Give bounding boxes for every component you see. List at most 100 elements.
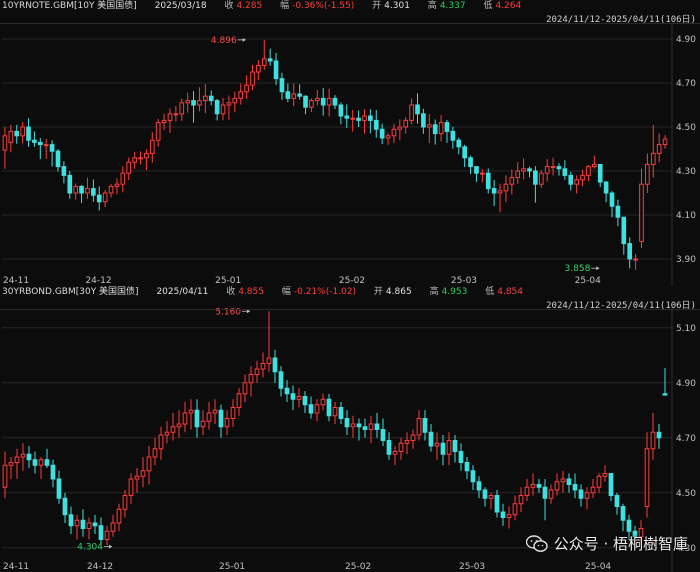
symbol-label: 10YRNOTE.GBM[10Y 美国国债] xyxy=(2,1,137,11)
candle xyxy=(272,349,278,383)
candle-body xyxy=(320,97,326,106)
candle xyxy=(104,525,110,545)
candle xyxy=(134,468,140,493)
high-value: 4.337 xyxy=(439,1,466,11)
candle xyxy=(403,117,409,134)
candle xyxy=(61,161,67,184)
candle xyxy=(206,402,212,430)
candle xyxy=(506,506,512,529)
candle xyxy=(398,437,404,460)
x-tick-label: 25-02 xyxy=(345,562,371,572)
candle xyxy=(621,216,627,255)
open-value: 4.865 xyxy=(385,287,412,297)
candle-body xyxy=(128,478,134,496)
panel-10y-note: 4.90 4.70 4.50 4.30 4.10 3.90 24-11 24-12 25-01 2… xyxy=(0,0,700,286)
candle-body xyxy=(74,519,80,527)
candle-body xyxy=(574,179,579,185)
candle xyxy=(238,83,244,105)
candle xyxy=(250,64,255,91)
candle-body xyxy=(134,475,140,480)
candle xyxy=(132,151,137,169)
candle-body xyxy=(236,393,242,408)
candle-body xyxy=(206,412,212,422)
candle-body xyxy=(584,492,590,499)
candle-body xyxy=(338,407,344,419)
change-value: -0.21%(-1.02) xyxy=(293,287,357,297)
y-tick-label: 4.90 xyxy=(676,35,696,45)
candle-body xyxy=(173,113,179,116)
candle-body xyxy=(650,431,656,450)
open-label: 开 xyxy=(373,287,383,297)
candle xyxy=(633,254,638,270)
candle xyxy=(497,183,503,213)
candle-body xyxy=(86,522,92,529)
candle xyxy=(538,170,544,188)
candle-body xyxy=(550,166,556,169)
candle-body xyxy=(26,126,31,141)
candle xyxy=(356,418,362,441)
candle xyxy=(144,149,149,171)
candle xyxy=(592,155,597,169)
candle-body xyxy=(650,152,656,165)
candle-body xyxy=(373,119,379,130)
candle xyxy=(86,517,92,540)
candle-body xyxy=(521,168,526,172)
candle xyxy=(662,368,668,396)
candle-body xyxy=(503,183,509,192)
candle-body xyxy=(297,93,302,97)
candle xyxy=(96,186,102,211)
candle-body xyxy=(226,102,232,106)
watermark-text: 公众号 · 梧桐樹智庫 xyxy=(553,535,688,553)
candle xyxy=(108,184,114,198)
candle-body xyxy=(43,144,49,147)
candle-body xyxy=(416,418,422,436)
candle xyxy=(350,415,356,438)
x-tick-label: 25-02 xyxy=(339,276,365,286)
x-tick-label: 24-12 xyxy=(85,276,111,286)
candle-body xyxy=(188,409,194,414)
candle xyxy=(79,185,84,203)
candle xyxy=(644,432,650,518)
candle-body xyxy=(260,363,266,370)
x-tick-label: 24-11 xyxy=(3,562,29,572)
candle xyxy=(230,399,236,427)
min-annotation: 3.858 xyxy=(565,264,591,274)
candle-body xyxy=(232,97,238,104)
candle-body xyxy=(542,486,548,499)
candle xyxy=(470,465,476,490)
candle-body xyxy=(468,157,473,168)
candle-body xyxy=(140,470,146,477)
candle-body xyxy=(85,188,90,194)
candle xyxy=(194,399,200,438)
candle xyxy=(645,153,650,193)
candle-body xyxy=(432,124,438,135)
candle xyxy=(167,108,173,133)
candle-body xyxy=(126,161,132,174)
candle xyxy=(458,443,464,471)
candle-body xyxy=(556,166,562,170)
candle-body xyxy=(362,426,368,430)
candle-body xyxy=(497,190,503,194)
candle xyxy=(524,479,530,501)
candle xyxy=(603,181,609,203)
candle xyxy=(562,160,568,180)
candle-body xyxy=(149,139,155,154)
candle xyxy=(338,402,344,424)
candle-body xyxy=(61,166,67,176)
candle-body xyxy=(440,442,446,455)
candle-body xyxy=(158,434,164,450)
candle-body xyxy=(91,188,96,196)
candle xyxy=(578,484,584,507)
candle-body xyxy=(152,448,158,458)
candle xyxy=(512,495,518,521)
candle-body xyxy=(266,357,272,364)
candle-body xyxy=(536,484,542,488)
candle xyxy=(55,149,61,172)
quote-date: 2025/04/11 xyxy=(156,287,209,297)
candle-body xyxy=(55,150,61,168)
candle-body xyxy=(494,495,500,513)
candle-body xyxy=(644,448,650,507)
candle-body xyxy=(179,102,185,115)
candle-body xyxy=(248,374,254,384)
candle xyxy=(261,39,267,70)
